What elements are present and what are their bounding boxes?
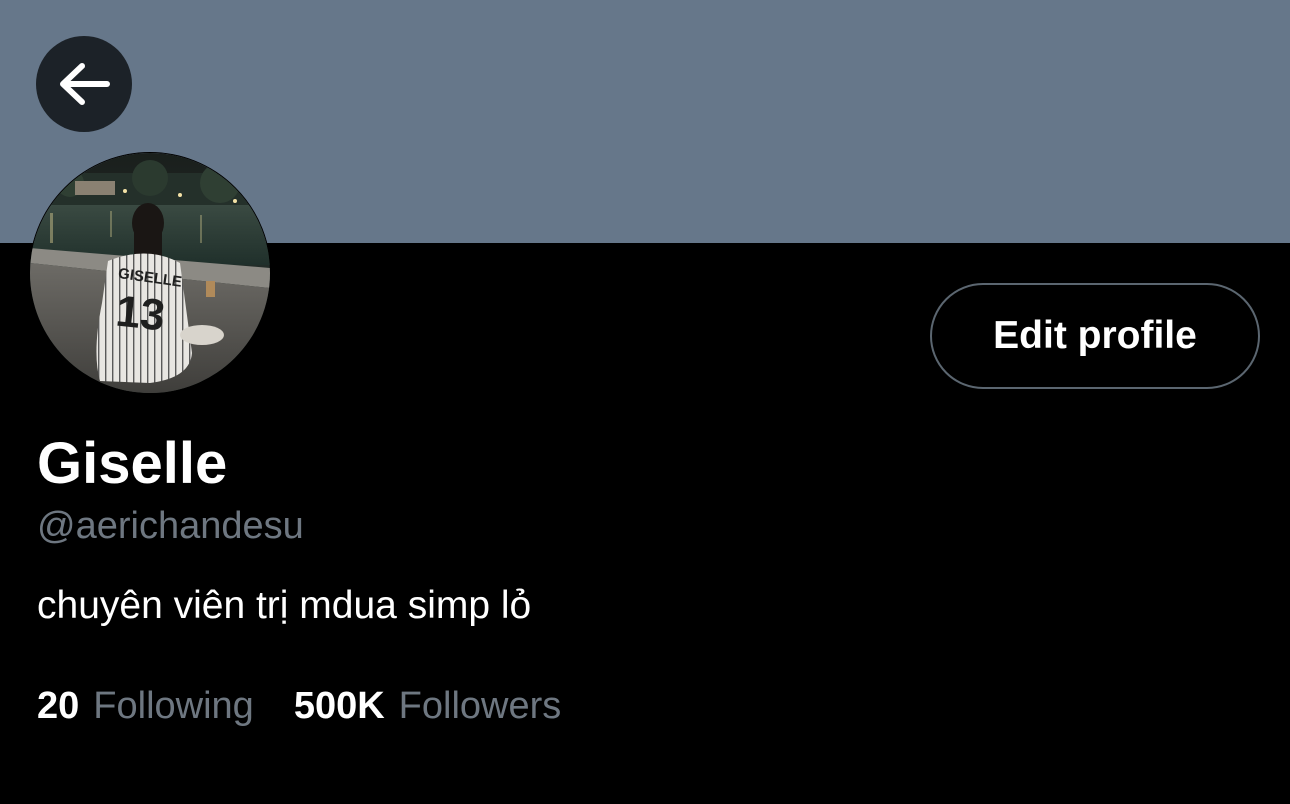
avatar-jersey-number: 13 <box>114 287 168 341</box>
following-count: 20 <box>37 685 80 727</box>
profile-bio: chuyên viên trị mdua simp lỏ <box>37 584 532 627</box>
following-link[interactable]: 20 Following <box>37 682 254 730</box>
followers-count: 500K <box>293 685 385 727</box>
followers-label: Followers <box>398 685 562 727</box>
profile-page: GISELLE 13 Edit profile Giselle @aericha… <box>0 0 1290 804</box>
profile-stats: 20 Following 500K Followers <box>37 682 561 730</box>
back-button[interactable] <box>36 36 132 132</box>
avatar[interactable]: GISELLE 13 <box>29 152 271 394</box>
following-label: Following <box>93 685 254 727</box>
user-handle: @aerichandesu <box>37 505 304 547</box>
followers-link[interactable]: 500K Followers <box>294 682 561 730</box>
arrow-left-icon <box>60 63 110 105</box>
display-name: Giselle <box>37 431 228 496</box>
avatar-photo: GISELLE 13 <box>30 153 270 393</box>
edit-profile-button[interactable]: Edit profile <box>930 283 1260 389</box>
